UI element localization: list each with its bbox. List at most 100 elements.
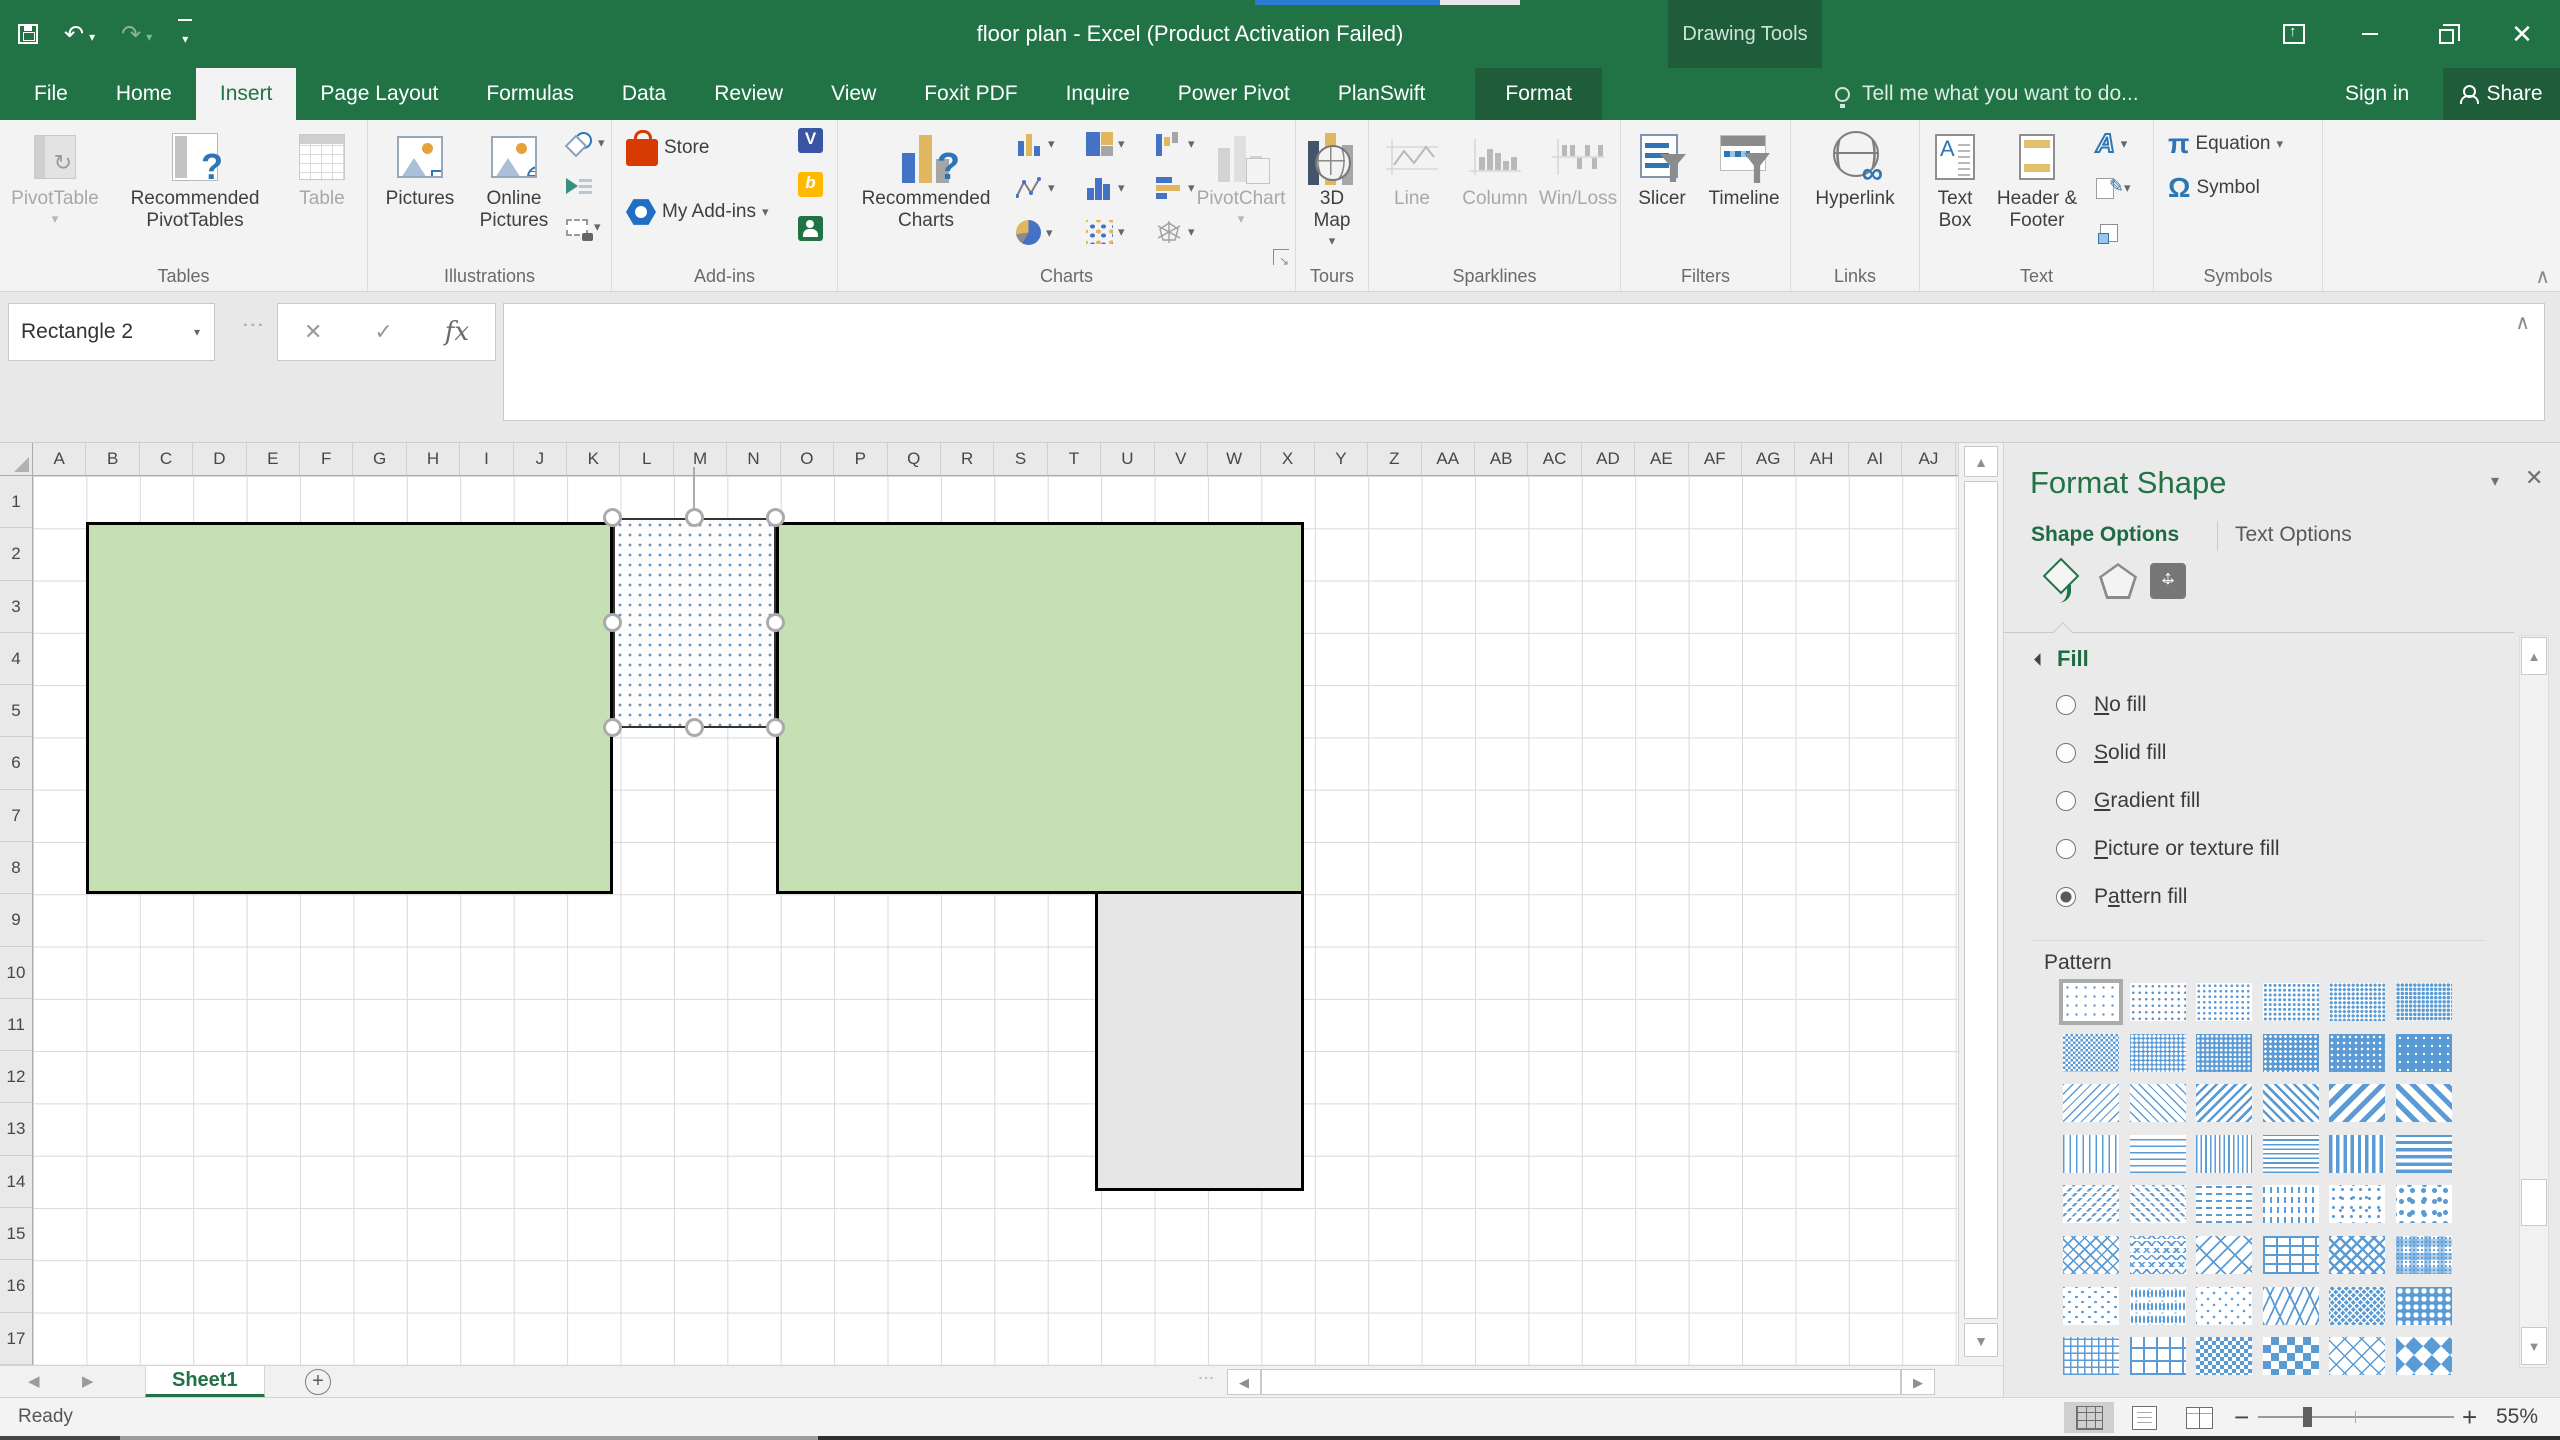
fill-line-icon[interactable] bbox=[2042, 557, 2080, 595]
pattern-swatch-large-checker-board[interactable] bbox=[2262, 1337, 2319, 1376]
pattern-swatch-shingle[interactable] bbox=[2262, 1286, 2319, 1325]
fill-option-gradient-fill[interactable]: Gradient fill bbox=[2004, 777, 2504, 825]
pattern-swatch-divot[interactable] bbox=[2063, 1286, 2119, 1325]
pattern-swatch-small-checker-board[interactable] bbox=[2196, 1337, 2252, 1376]
sheet-nav-right-icon[interactable] bbox=[82, 1366, 94, 1398]
pattern-swatch-dark-horizontal[interactable] bbox=[2395, 1134, 2452, 1173]
pattern-swatch-sphere[interactable] bbox=[2395, 1286, 2452, 1325]
restore-button[interactable] bbox=[2408, 0, 2484, 68]
pattern-swatch-20[interactable] bbox=[2196, 983, 2252, 1021]
pivottable-button[interactable]: PivotTable bbox=[6, 126, 104, 228]
insert-surface-radar-chart-button[interactable] bbox=[1156, 220, 1195, 244]
row-header-15[interactable]: 15 bbox=[0, 1208, 32, 1261]
pattern-swatch-small-confetti[interactable] bbox=[2329, 1185, 2385, 1224]
column-header-a[interactable]: A bbox=[33, 443, 87, 475]
pattern-swatch-small-grid[interactable] bbox=[2063, 1337, 2119, 1376]
column-header-r[interactable]: R bbox=[941, 443, 995, 475]
insert-function-button[interactable] bbox=[445, 317, 469, 347]
signature-line-button[interactable] bbox=[2096, 176, 2131, 199]
pattern-swatch-large-grid[interactable] bbox=[2129, 1337, 2186, 1376]
pane-menu-caret-icon[interactable] bbox=[2491, 471, 2499, 491]
online-pictures-button[interactable]: Online Pictures bbox=[468, 126, 560, 232]
zoom-percentage[interactable]: 55% bbox=[2496, 1398, 2538, 1436]
radio-no-fill-icon[interactable] bbox=[2056, 695, 2076, 715]
row-header-13[interactable]: 13 bbox=[0, 1103, 32, 1156]
pattern-swatch-weave[interactable] bbox=[2329, 1236, 2385, 1274]
pattern-swatch-wide-downward-diagonal[interactable] bbox=[2329, 1084, 2385, 1123]
column-header-c[interactable]: C bbox=[140, 443, 194, 475]
row-header-1[interactable]: 1 bbox=[0, 476, 32, 529]
row-header-12[interactable]: 12 bbox=[0, 1051, 32, 1104]
column-header-e[interactable]: E bbox=[247, 443, 301, 475]
hyperlink-button[interactable]: Hyperlink bbox=[1799, 126, 1911, 210]
charts-dialog-launcher[interactable] bbox=[1273, 249, 1289, 268]
column-header-ag[interactable]: AG bbox=[1742, 443, 1796, 475]
pattern-swatch-trellis[interactable] bbox=[2329, 1286, 2385, 1325]
pattern-swatch-dark-upward-diagonal[interactable] bbox=[2262, 1084, 2319, 1123]
pattern-swatch-light-downward-diagonal[interactable] bbox=[2063, 1084, 2119, 1123]
table-button[interactable]: Table bbox=[284, 126, 360, 210]
pattern-swatch-dark-downward-diagonal[interactable] bbox=[2196, 1084, 2252, 1123]
size-properties-icon[interactable] bbox=[2150, 563, 2186, 599]
column-header-f[interactable]: F bbox=[300, 443, 354, 475]
effects-icon[interactable] bbox=[2099, 563, 2137, 599]
pattern-swatch-75[interactable] bbox=[2262, 1033, 2319, 1072]
floorplan-annex[interactable] bbox=[1095, 891, 1304, 1191]
pattern-swatch-narrow-vertical[interactable] bbox=[2196, 1134, 2252, 1173]
symbol-button[interactable]: Symbol bbox=[2168, 172, 2259, 204]
column-header-y[interactable]: Y bbox=[1315, 443, 1369, 475]
pane-scroll-thumb[interactable] bbox=[2521, 1179, 2547, 1226]
vertical-scrollbar[interactable] bbox=[1958, 443, 2003, 1365]
pane-scroll-up-icon[interactable] bbox=[2521, 637, 2547, 675]
column-header-z[interactable]: Z bbox=[1368, 443, 1422, 475]
pattern-swatch-25[interactable] bbox=[2262, 983, 2319, 1021]
column-header-ah[interactable]: AH bbox=[1795, 443, 1849, 475]
column-header-s[interactable]: S bbox=[994, 443, 1048, 475]
pattern-swatch-wide-upward-diagonal[interactable] bbox=[2395, 1084, 2452, 1123]
radio-gradient-fill-icon[interactable] bbox=[2056, 791, 2076, 811]
insert-bar-chart-button[interactable] bbox=[1156, 176, 1195, 200]
pattern-swatch-diagonal-brick[interactable] bbox=[2196, 1236, 2252, 1274]
column-header-d[interactable]: D bbox=[193, 443, 247, 475]
3d-map-button[interactable]: 3D Map bbox=[1300, 126, 1364, 250]
text-box-button[interactable]: Text Box bbox=[1924, 126, 1986, 232]
pane-close-icon[interactable] bbox=[2525, 465, 2543, 491]
minimize-button[interactable] bbox=[2332, 0, 2408, 68]
sheet-tab-sheet1[interactable]: Sheet1 bbox=[145, 1366, 265, 1398]
resize-handle-w[interactable] bbox=[603, 613, 622, 632]
row-header-11[interactable]: 11 bbox=[0, 999, 32, 1052]
pattern-swatch-light-horizontal[interactable] bbox=[2129, 1134, 2186, 1173]
normal-view-button[interactable] bbox=[2064, 1402, 2114, 1433]
tab-shape-options[interactable]: Shape Options bbox=[2031, 523, 2179, 547]
pattern-swatch-dashed-upward-diagonal[interactable] bbox=[2129, 1185, 2186, 1224]
row-header-7[interactable]: 7 bbox=[0, 790, 32, 842]
bing-maps-addin-button[interactable] bbox=[798, 172, 823, 197]
smartart-button[interactable] bbox=[566, 176, 592, 196]
pattern-swatch-wave[interactable] bbox=[2129, 1236, 2186, 1274]
recommended-charts-button[interactable]: Recommended Charts bbox=[842, 126, 1010, 232]
tell-me-search[interactable]: Tell me what you want to do... bbox=[1835, 68, 2139, 120]
resize-handle-sw[interactable] bbox=[603, 718, 622, 737]
screenshot-button[interactable] bbox=[566, 218, 601, 241]
pane-scrollbar[interactable] bbox=[2519, 635, 2549, 1368]
pattern-swatch-outlined-diamond[interactable] bbox=[2329, 1337, 2385, 1376]
pattern-swatch-30[interactable] bbox=[2329, 983, 2385, 1021]
new-sheet-button[interactable] bbox=[305, 1369, 331, 1395]
tab-data[interactable]: Data bbox=[598, 68, 690, 120]
sheet-nav-left-icon[interactable] bbox=[28, 1366, 40, 1398]
radio-picture-or-texture-fill-icon[interactable] bbox=[2056, 839, 2076, 859]
column-header-u[interactable]: U bbox=[1101, 443, 1155, 475]
pattern-swatch-dotted-grid[interactable] bbox=[2129, 1286, 2186, 1325]
pattern-swatch-narrow-horizontal[interactable] bbox=[2262, 1134, 2319, 1173]
pane-scroll-down-icon[interactable] bbox=[2521, 1327, 2547, 1365]
pattern-swatch-dashed-downward-diagonal[interactable] bbox=[2063, 1185, 2119, 1224]
people-graph-addin-button[interactable] bbox=[798, 216, 823, 241]
my-addins-button[interactable]: My Add-ins bbox=[626, 198, 769, 226]
column-header-k[interactable]: K bbox=[567, 443, 621, 475]
column-header-w[interactable]: W bbox=[1208, 443, 1262, 475]
ribbon-display-options-button[interactable] bbox=[2256, 0, 2332, 68]
row-header-6[interactable]: 6 bbox=[0, 737, 32, 790]
name-box-caret-icon[interactable] bbox=[180, 323, 214, 341]
pattern-swatch-dark-vertical[interactable] bbox=[2329, 1134, 2385, 1173]
page-layout-view-button[interactable] bbox=[2119, 1402, 2169, 1433]
